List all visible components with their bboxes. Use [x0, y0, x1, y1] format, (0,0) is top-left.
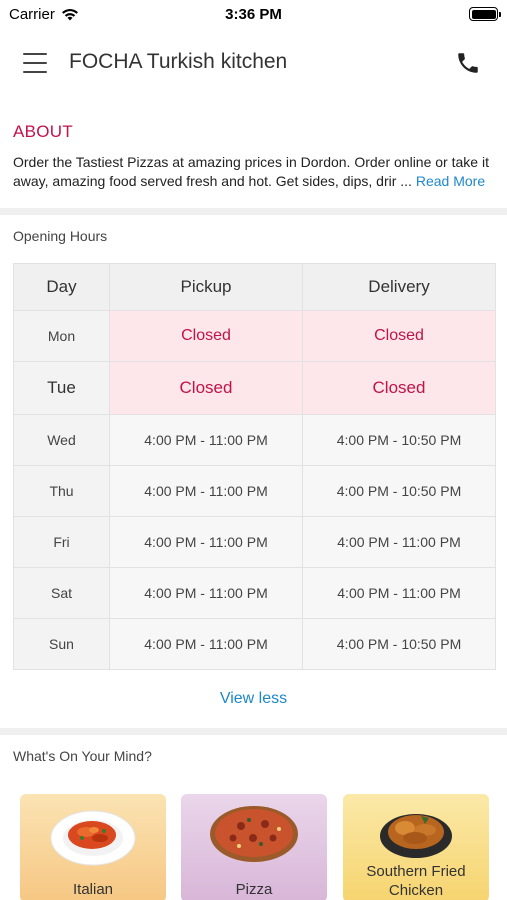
table-row: Thu 4:00 PM - 11:00 PM 4:00 PM - 10:50 P…: [13, 465, 496, 517]
about-section: ABOUT Order the Tastiest Pizzas at amazi…: [0, 98, 507, 208]
table-row: Fri 4:00 PM - 11:00 PM 4:00 PM - 11:00 P…: [13, 516, 496, 568]
header-day: Day: [13, 263, 110, 311]
battery-icon: [469, 7, 501, 21]
delivery-cell: Closed: [302, 310, 496, 362]
delivery-cell: 4:00 PM - 11:00 PM: [302, 567, 496, 619]
delivery-cell: 4:00 PM - 10:50 PM: [302, 618, 496, 670]
delivery-cell: 4:00 PM - 10:50 PM: [302, 414, 496, 466]
view-less-button[interactable]: View less: [0, 690, 507, 708]
opening-hours-title: Opening Hours: [13, 228, 108, 244]
category-card-italian[interactable]: Italian: [20, 794, 166, 900]
pickup-cell: 4:00 PM - 11:00 PM: [109, 567, 303, 619]
about-description: Order the Tastiest Pizzas at amazing pri…: [13, 153, 497, 191]
table-row-current: Tue Closed Closed: [13, 361, 496, 415]
section-divider: [0, 208, 507, 215]
header-pickup: Pickup: [109, 263, 303, 311]
pickup-cell: Closed: [109, 310, 303, 362]
status-time: 3:36 PM: [225, 6, 282, 23]
opening-hours-table: Day Pickup Delivery Mon Closed Closed Tu…: [13, 263, 496, 670]
category-card-fried-chicken[interactable]: Southern Fried Chicken: [343, 794, 489, 900]
table-row: Sat 4:00 PM - 11:00 PM 4:00 PM - 11:00 P…: [13, 567, 496, 619]
delivery-cell: 4:00 PM - 10:50 PM: [302, 465, 496, 517]
table-row: Wed 4:00 PM - 11:00 PM 4:00 PM - 10:50 P…: [13, 414, 496, 466]
delivery-cell: 4:00 PM - 11:00 PM: [302, 516, 496, 568]
delivery-cell: Closed: [302, 361, 496, 415]
category-label: Italian: [72, 881, 114, 898]
pickup-cell: Closed: [109, 361, 303, 415]
section-divider: [0, 728, 507, 735]
table-row: Sun 4:00 PM - 11:00 PM 4:00 PM - 10:50 P…: [13, 618, 496, 670]
table-header-row: Day Pickup Delivery: [13, 263, 496, 311]
pickup-cell: 4:00 PM - 11:00 PM: [109, 516, 303, 568]
category-label: Pizza: [235, 881, 273, 898]
read-more-link[interactable]: Read More: [416, 173, 485, 189]
table-row: Mon Closed Closed: [13, 310, 496, 362]
day-cell: Sat: [13, 567, 110, 619]
day-cell: Mon: [13, 310, 110, 362]
fried-chicken-image: [380, 814, 452, 858]
pickup-cell: 4:00 PM - 11:00 PM: [109, 465, 303, 517]
phone-icon[interactable]: [455, 50, 481, 76]
day-cell: Fri: [13, 516, 110, 568]
pasta-plate-image: [50, 810, 136, 866]
status-bar: Carrier 3:36 PM: [0, 0, 507, 28]
whats-on-mind-title: What's On Your Mind?: [13, 748, 152, 764]
page-title: FOCHA Turkish kitchen: [69, 50, 288, 73]
nav-bar: FOCHA Turkish kitchen: [0, 28, 507, 98]
pizza-image: [210, 806, 298, 862]
pickup-cell: 4:00 PM - 11:00 PM: [109, 618, 303, 670]
day-cell: Wed: [13, 414, 110, 466]
pickup-cell: 4:00 PM - 11:00 PM: [109, 414, 303, 466]
day-cell: Thu: [13, 465, 110, 517]
menu-icon[interactable]: [23, 53, 47, 73]
category-card-pizza[interactable]: Pizza: [181, 794, 327, 900]
about-title: ABOUT: [13, 122, 74, 141]
category-label: Southern Fried Chicken: [366, 863, 466, 899]
day-cell: Sun: [13, 618, 110, 670]
header-delivery: Delivery: [302, 263, 496, 311]
day-cell: Tue: [13, 361, 110, 415]
